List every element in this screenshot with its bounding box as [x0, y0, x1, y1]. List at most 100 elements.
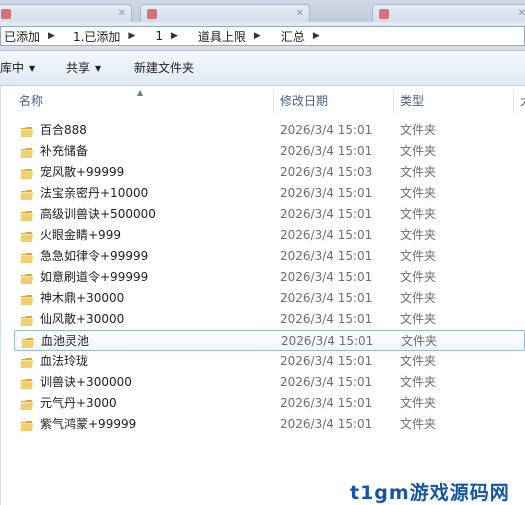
folder-icon [20, 208, 34, 221]
chevron-right-icon[interactable]: ▶ [313, 31, 320, 41]
folder-icon [20, 313, 34, 326]
file-type: 文件夹 [400, 186, 437, 200]
breadcrumb-item[interactable]: 1 ▶ [152, 29, 181, 43]
folder-icon [20, 229, 34, 242]
file-name: 百合888 [40, 123, 87, 137]
file-type: 文件夹 [400, 270, 437, 284]
file-list-item[interactable]: 百合888 2026/3/4 15:01 文件夹 [14, 120, 525, 141]
file-type: 文件夹 [400, 396, 437, 410]
share-button[interactable]: 共享 ▼ [66, 51, 101, 85]
breadcrumb-item[interactable]: 汇总 ▶ [278, 28, 323, 45]
tab-favicon-icon [1, 9, 11, 19]
file-date: 2026/3/4 15:01 [280, 375, 373, 389]
file-type: 文件夹 [401, 334, 438, 348]
breadcrumb-item[interactable]: 道具上限 ▶ [195, 28, 264, 45]
file-list-item[interactable]: 火眼金睛+999 2026/3/4 15:01 文件夹 [14, 225, 525, 246]
breadcrumb-label: 已添加 [4, 29, 41, 44]
file-date: 2026/3/4 15:01 [280, 354, 373, 368]
file-list-item[interactable]: 法宝亲密丹+10000 2026/3/4 15:01 文件夹 [14, 183, 525, 204]
file-type: 文件夹 [400, 249, 437, 263]
file-type: 文件夹 [400, 291, 437, 305]
file-type: 文件夹 [400, 417, 437, 431]
column-header-type[interactable]: 类型 [393, 86, 513, 117]
file-name: 神木鼎+30000 [40, 291, 125, 305]
folder-icon [21, 335, 35, 348]
window-tab[interactable]: ✕ [140, 4, 310, 22]
file-name: 补充储备 [40, 144, 89, 158]
folder-icon [20, 292, 34, 305]
file-list-item[interactable]: 高级训兽诀+500000 2026/3/4 15:01 文件夹 [14, 204, 525, 225]
column-header-size[interactable]: 大 [513, 86, 525, 117]
include-in-library-button[interactable]: 库中 ▼ [0, 51, 35, 85]
close-icon[interactable]: ✕ [296, 5, 304, 22]
file-name: 高级训兽诀+500000 [40, 207, 156, 221]
file-list-item[interactable]: 神木鼎+30000 2026/3/4 15:01 文件夹 [14, 288, 525, 309]
window-tab[interactable]: ✕ [372, 4, 525, 22]
breadcrumb[interactable]: 已添加 ▶ 1.已添加 ▶ 1 ▶ 道具上限 ▶ 汇总 ▶ [0, 26, 525, 46]
column-size-label: 大 [520, 94, 525, 108]
file-list-item[interactable]: 训兽诀+300000 2026/3/4 15:01 文件夹 [14, 372, 525, 393]
file-type: 文件夹 [400, 312, 437, 326]
file-date: 2026/3/4 15:01 [280, 228, 373, 242]
close-icon[interactable]: ✕ [518, 5, 525, 22]
column-header-date[interactable]: 修改日期 [273, 86, 393, 117]
chevron-right-icon[interactable]: ▶ [128, 31, 135, 41]
file-type: 文件夹 [400, 207, 437, 221]
file-list-item[interactable]: 补充储备 2026/3/4 15:01 文件夹 [14, 141, 525, 162]
file-name: 仙风散+30000 [40, 312, 125, 326]
file-type: 文件夹 [400, 144, 437, 158]
file-list-item[interactable]: 紫气鸿蒙+99999 2026/3/4 15:01 文件夹 [14, 414, 525, 435]
file-name: 紫气鸿蒙+99999 [40, 417, 137, 431]
file-name: 训兽诀+300000 [40, 375, 132, 389]
file-list-item[interactable]: 血法玲珑 2026/3/4 15:01 文件夹 [14, 351, 525, 372]
folder-icon [20, 145, 34, 158]
new-folder-button[interactable]: 新建文件夹 [134, 51, 194, 85]
command-toolbar: 库中 ▼ 共享 ▼ 新建文件夹 [0, 51, 525, 86]
breadcrumb-label: 1 [155, 29, 163, 43]
file-type: 文件夹 [400, 228, 437, 242]
folder-icon [20, 418, 34, 431]
file-type: 文件夹 [400, 165, 437, 179]
sort-ascending-icon: ▲ [137, 88, 144, 97]
file-date: 2026/3/4 15:01 [280, 144, 373, 158]
chevron-right-icon[interactable]: ▶ [171, 31, 178, 41]
column-date-label: 修改日期 [280, 94, 329, 108]
file-list-item[interactable]: 血池灵池 2026/3/4 15:01 文件夹 [14, 330, 525, 351]
folder-icon [20, 397, 34, 410]
breadcrumb-label: 汇总 [280, 29, 305, 44]
chevron-right-icon[interactable]: ▶ [254, 31, 261, 41]
file-list-item[interactable]: 元气丹+3000 2026/3/4 15:01 文件夹 [14, 393, 525, 414]
chevron-down-icon: ▼ [29, 64, 36, 73]
file-list-item[interactable]: 如意刷道令+99999 2026/3/4 15:01 文件夹 [14, 267, 525, 288]
file-date: 2026/3/4 15:01 [280, 417, 373, 431]
folder-icon [20, 187, 34, 200]
file-name: 血池灵池 [41, 334, 90, 348]
file-type: 文件夹 [400, 123, 437, 137]
file-type: 文件夹 [400, 375, 437, 389]
folder-icon [20, 355, 34, 368]
chevron-right-icon[interactable]: ▶ [48, 31, 55, 41]
folder-icon [20, 166, 34, 179]
file-date: 2026/3/4 15:01 [281, 334, 374, 348]
breadcrumb-item[interactable]: 1.已添加 ▶ [70, 28, 138, 45]
file-type: 文件夹 [400, 354, 437, 368]
file-list-item[interactable]: 仙风散+30000 2026/3/4 15:01 文件夹 [14, 309, 525, 330]
file-date: 2026/3/4 15:01 [280, 186, 373, 200]
share-button-label: 共享 [66, 61, 91, 75]
folder-icon [20, 376, 34, 389]
file-date: 2026/3/4 15:03 [280, 165, 373, 179]
file-date: 2026/3/4 15:01 [280, 396, 373, 410]
new-folder-button-label: 新建文件夹 [134, 61, 195, 75]
window-tab[interactable]: ✕ [0, 4, 132, 22]
file-list-item[interactable]: 宠风散+99999 2026/3/4 15:03 文件夹 [14, 162, 525, 183]
folder-icon [20, 271, 34, 284]
address-bar: 已添加 ▶ 1.已添加 ▶ 1 ▶ 道具上限 ▶ 汇总 ▶ [0, 22, 525, 51]
file-list-item[interactable]: 急急如律令+99999 2026/3/4 15:01 文件夹 [14, 246, 525, 267]
breadcrumb-label: 1.已添加 [72, 29, 121, 44]
library-button-label: 库中 [0, 61, 25, 75]
close-icon[interactable]: ✕ [118, 5, 126, 22]
tab-favicon-icon [147, 9, 157, 19]
breadcrumb-item[interactable]: 已添加 ▶ [1, 28, 58, 45]
watermark-text: t1gm游戏源码网 [350, 482, 510, 504]
file-date: 2026/3/4 15:01 [280, 312, 373, 326]
